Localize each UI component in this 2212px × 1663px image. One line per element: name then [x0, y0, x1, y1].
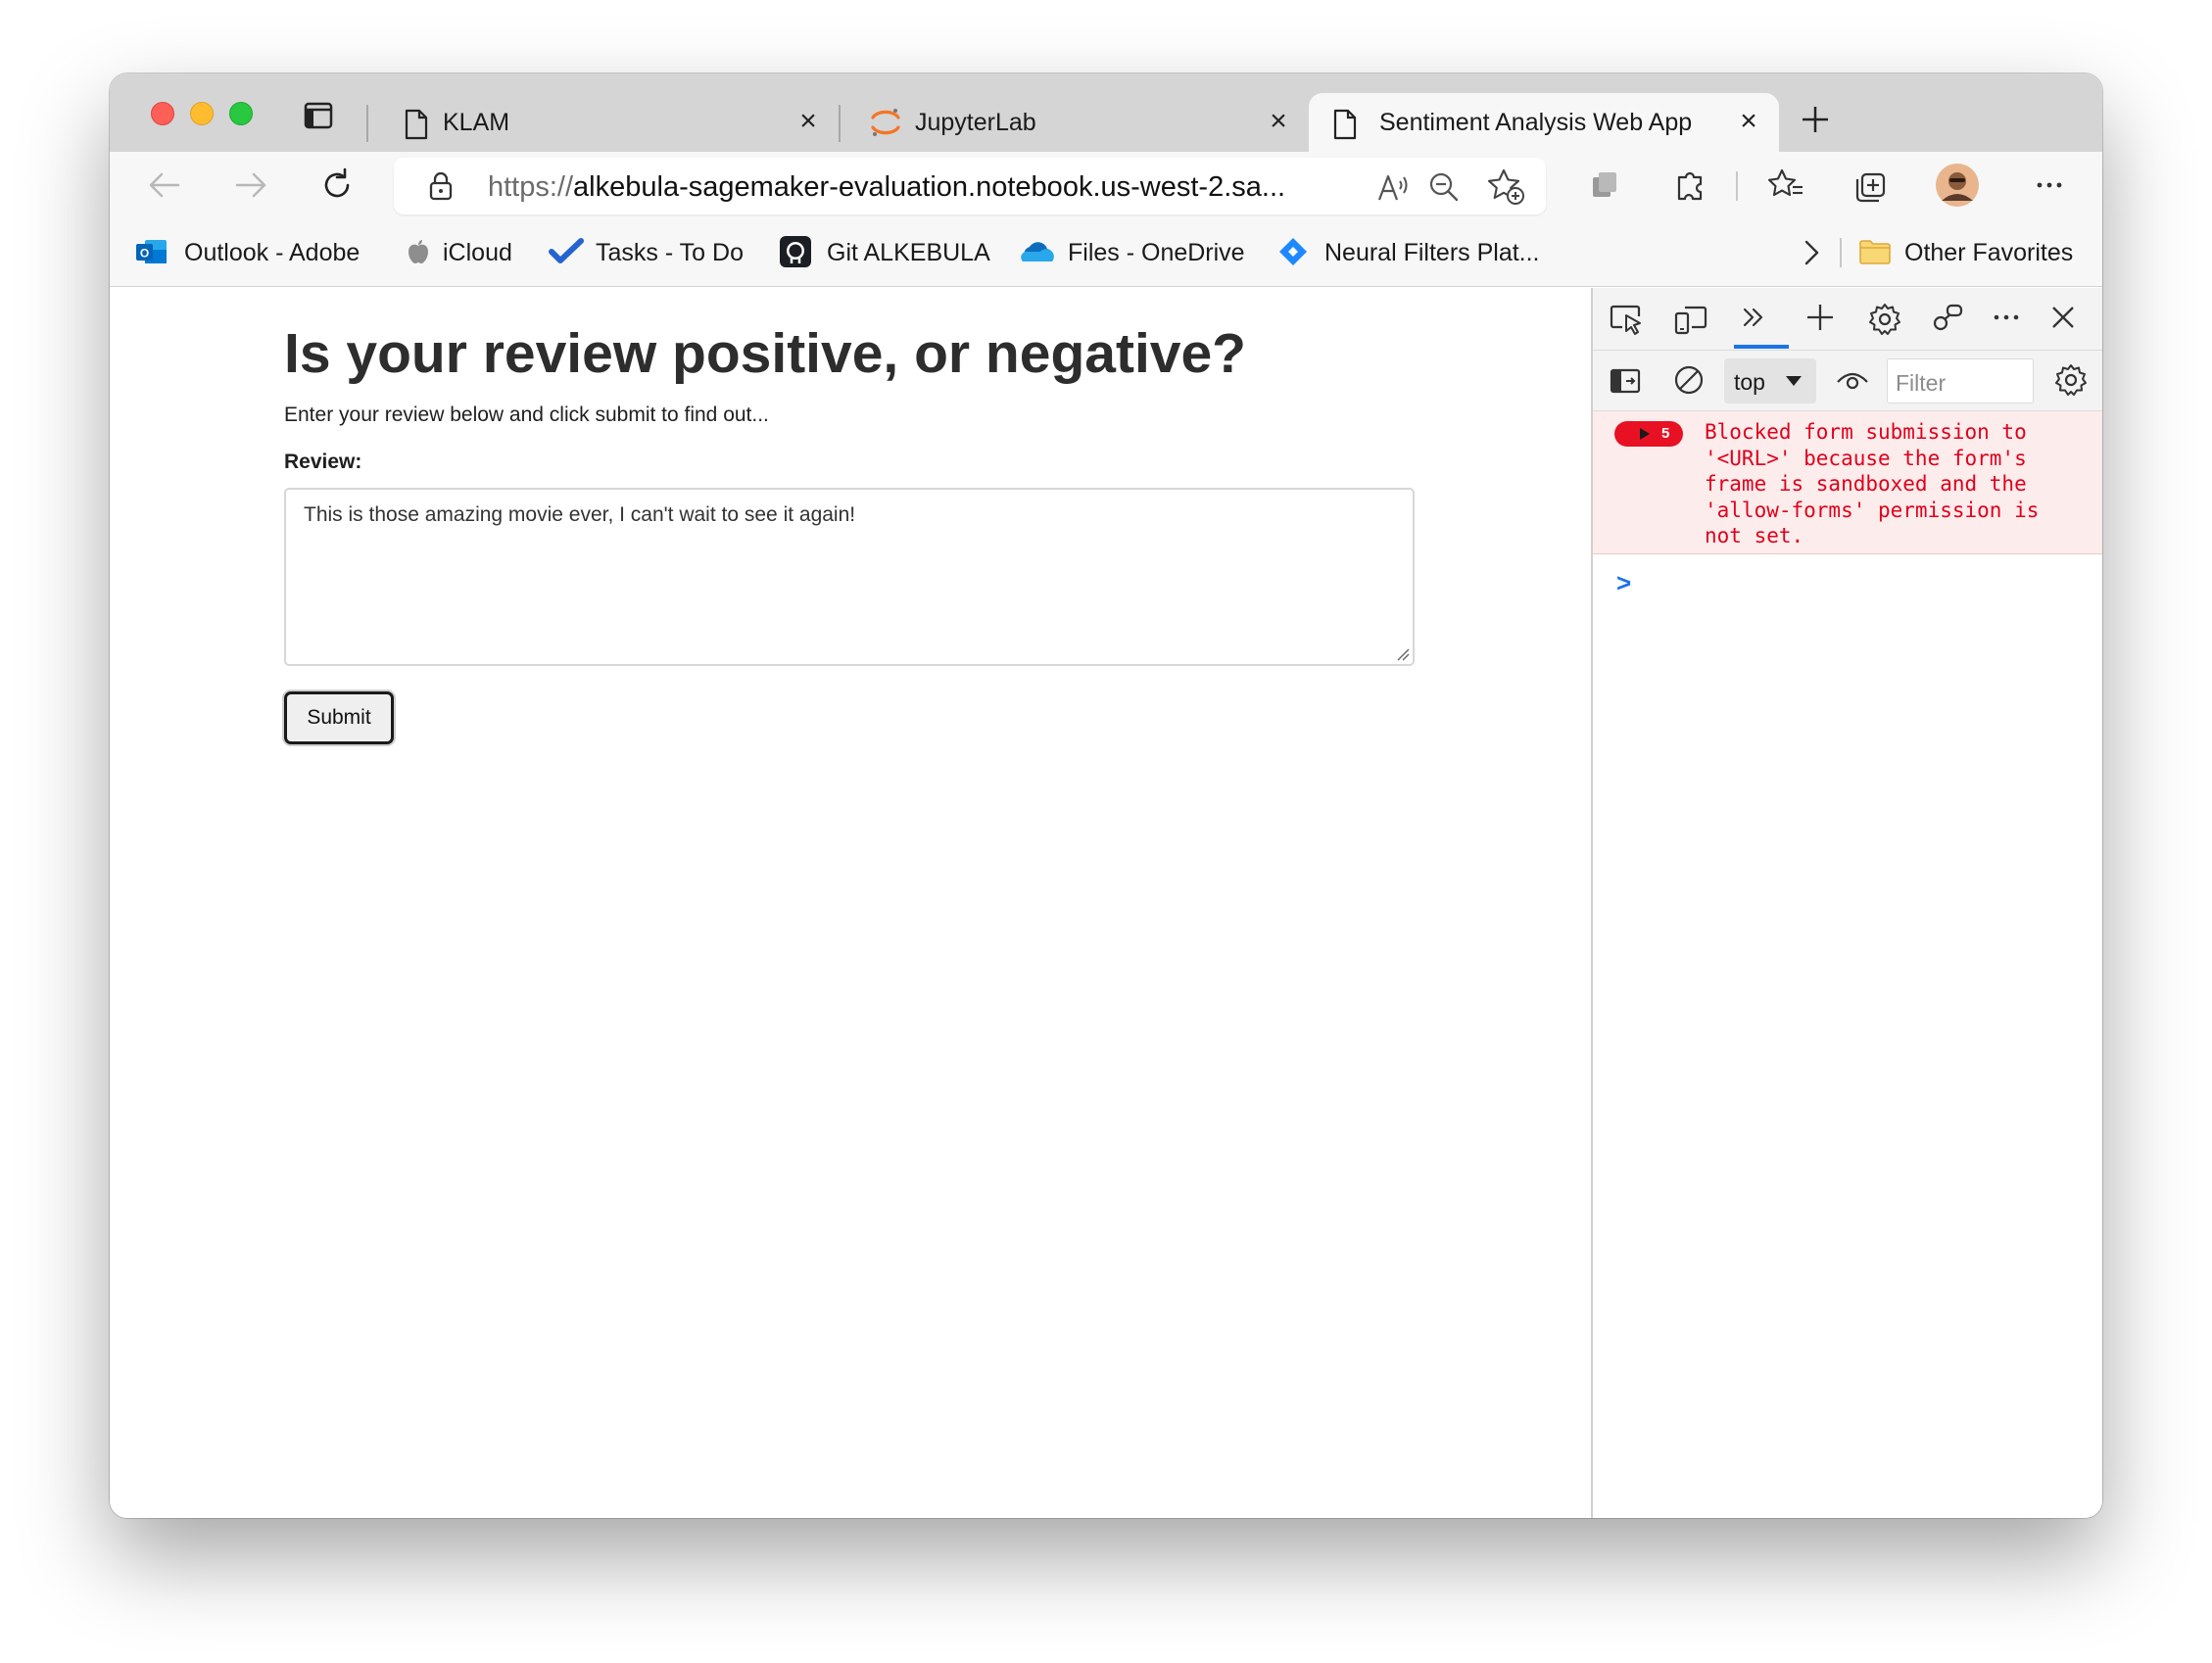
close-tab-icon[interactable]: ×	[1264, 107, 1293, 136]
bookmark-label: Git ALKEBULA	[827, 239, 990, 266]
add-panel-icon[interactable]	[1803, 300, 1838, 335]
bookmark-label: Other Favorites	[1904, 239, 2074, 266]
folder-icon	[1857, 236, 1893, 267]
close-devtools-icon[interactable]	[2045, 300, 2081, 335]
review-text: This is those amazing movie ever, I can'…	[304, 503, 856, 526]
url-text[interactable]: https://alkebula-sagemaker-evaluation.no…	[488, 171, 1285, 204]
extension-stack-icon[interactable]	[1583, 164, 1626, 207]
devtools-panel: top Filter 5 Blocked form submission to …	[1591, 288, 2102, 1518]
resize-handle-icon[interactable]	[1396, 647, 1410, 661]
connect-device-icon[interactable]	[1930, 300, 1965, 335]
url-scheme: https://	[488, 171, 574, 203]
back-icon[interactable]	[143, 164, 186, 207]
new-tab-icon[interactable]	[1799, 103, 1832, 136]
close-tab-icon[interactable]: ×	[793, 107, 823, 136]
console-settings-gear-icon[interactable]	[2053, 362, 2089, 398]
bookmark-label: iCloud	[443, 239, 512, 266]
expand-triangle-icon	[1638, 427, 1652, 441]
tab-jupyterlab[interactable]: JupyterLab ×	[844, 93, 1305, 152]
submit-button[interactable]: Submit	[284, 691, 394, 744]
context-label: top	[1734, 369, 1765, 395]
error-count: 5	[1661, 425, 1670, 442]
onedrive-icon	[1019, 238, 1056, 265]
filter-placeholder: Filter	[1896, 370, 1947, 396]
tab-separator	[366, 105, 368, 142]
tab-label: Sentiment Analysis Web App	[1379, 109, 1693, 136]
todo-check-icon	[549, 236, 584, 267]
console-error-message[interactable]: 5 Blocked form submission to '<URL>' bec…	[1593, 411, 2102, 554]
avatar[interactable]	[1934, 162, 1981, 209]
diamond-icon	[1277, 236, 1309, 267]
tab-separator	[839, 105, 841, 142]
navigation-toolbar: https://alkebula-sagemaker-evaluation.no…	[110, 152, 2102, 218]
outlook-icon: O	[135, 236, 168, 267]
bookmark-label: Neural Filters Plat...	[1324, 239, 1540, 266]
tab-klam[interactable]: KLAM ×	[374, 93, 835, 152]
inspect-element-icon[interactable]	[1609, 302, 1644, 337]
read-aloud-icon[interactable]	[1373, 167, 1413, 207]
github-icon	[780, 236, 811, 267]
devtools-more-icon[interactable]	[1989, 300, 2024, 335]
clear-console-icon[interactable]	[1671, 362, 1707, 398]
context-selector[interactable]: top	[1724, 358, 1816, 404]
toolbar-separator	[1736, 171, 1738, 201]
console-prompt[interactable]: >	[1616, 568, 1631, 598]
bookmark-label: Files - OneDrive	[1068, 239, 1245, 266]
console-filter-input[interactable]: Filter	[1887, 358, 2034, 404]
apple-icon	[404, 236, 433, 267]
live-expression-eye-icon[interactable]	[1834, 362, 1871, 398]
collections-icon[interactable]	[1850, 164, 1893, 207]
web-page: Is your review positive, or negative? En…	[110, 288, 1591, 1518]
tab-label: KLAM	[443, 109, 510, 136]
review-label: Review:	[284, 451, 362, 473]
tab-label: JupyterLab	[915, 109, 1036, 136]
devtools-toolbar	[1593, 288, 2102, 351]
close-window-button[interactable]	[151, 102, 174, 125]
browser-window: KLAM × JupyterLab × Sentiment Analysis W…	[110, 73, 2102, 1518]
dropdown-caret-icon	[1783, 372, 1804, 390]
screen: KLAM × JupyterLab × Sentiment Analysis W…	[0, 0, 2212, 1663]
more-favorites-chevron-icon[interactable]	[1797, 236, 1826, 269]
url-host: alkebula-sagemaker-evaluation.notebook.u…	[573, 171, 1286, 203]
jupyter-icon	[868, 105, 903, 140]
error-count-badge[interactable]: 5	[1614, 421, 1683, 447]
bookmark-label: Outlook - Adobe	[184, 239, 361, 266]
page-title: Is your review positive, or negative?	[284, 322, 1246, 385]
tab-strip: KLAM × JupyterLab × Sentiment Analysis W…	[110, 73, 2102, 152]
zoom-window-button[interactable]	[229, 102, 253, 125]
extensions-icon[interactable]	[1669, 164, 1712, 207]
forward-icon[interactable]	[229, 164, 272, 207]
close-tab-icon[interactable]: ×	[1734, 107, 1763, 136]
tab-actions-icon[interactable]	[302, 99, 335, 132]
console-sidebar-icon[interactable]	[1609, 364, 1642, 398]
bookmark-label: Tasks - To Do	[596, 239, 744, 266]
svg-text:O: O	[140, 247, 149, 261]
settings-gear-icon[interactable]	[1867, 302, 1902, 337]
more-tools-chevron-icon[interactable]	[1736, 300, 1771, 335]
page-instructions: Enter your review below and click submit…	[284, 404, 769, 426]
zoom-out-icon[interactable]	[1424, 167, 1464, 207]
favorites-bar: O Outlook - Adobe iCloud Tasks - To Do G…	[110, 218, 2102, 287]
more-options-icon[interactable]	[2028, 164, 2071, 207]
favorites-icon[interactable]	[1765, 164, 1808, 207]
device-emulation-icon[interactable]	[1673, 302, 1708, 337]
lock-icon[interactable]	[427, 170, 455, 202]
tab-sentiment-analysis[interactable]: Sentiment Analysis Web App ×	[1309, 93, 1779, 152]
review-textarea[interactable]: This is those amazing movie ever, I can'…	[284, 488, 1415, 666]
minimize-window-button[interactable]	[190, 102, 214, 125]
active-tab-indicator	[1734, 345, 1789, 349]
document-icon	[1332, 109, 1358, 140]
error-text: Blocked form submission to '<URL>' becau…	[1705, 420, 2040, 547]
add-favorite-icon[interactable]	[1485, 166, 1526, 207]
refresh-icon[interactable]	[315, 164, 359, 207]
address-bar[interactable]: https://alkebula-sagemaker-evaluation.no…	[394, 158, 1546, 214]
favorites-separator	[1840, 238, 1842, 267]
console-filter-bar: top Filter	[1593, 351, 2102, 411]
document-icon	[404, 109, 429, 140]
